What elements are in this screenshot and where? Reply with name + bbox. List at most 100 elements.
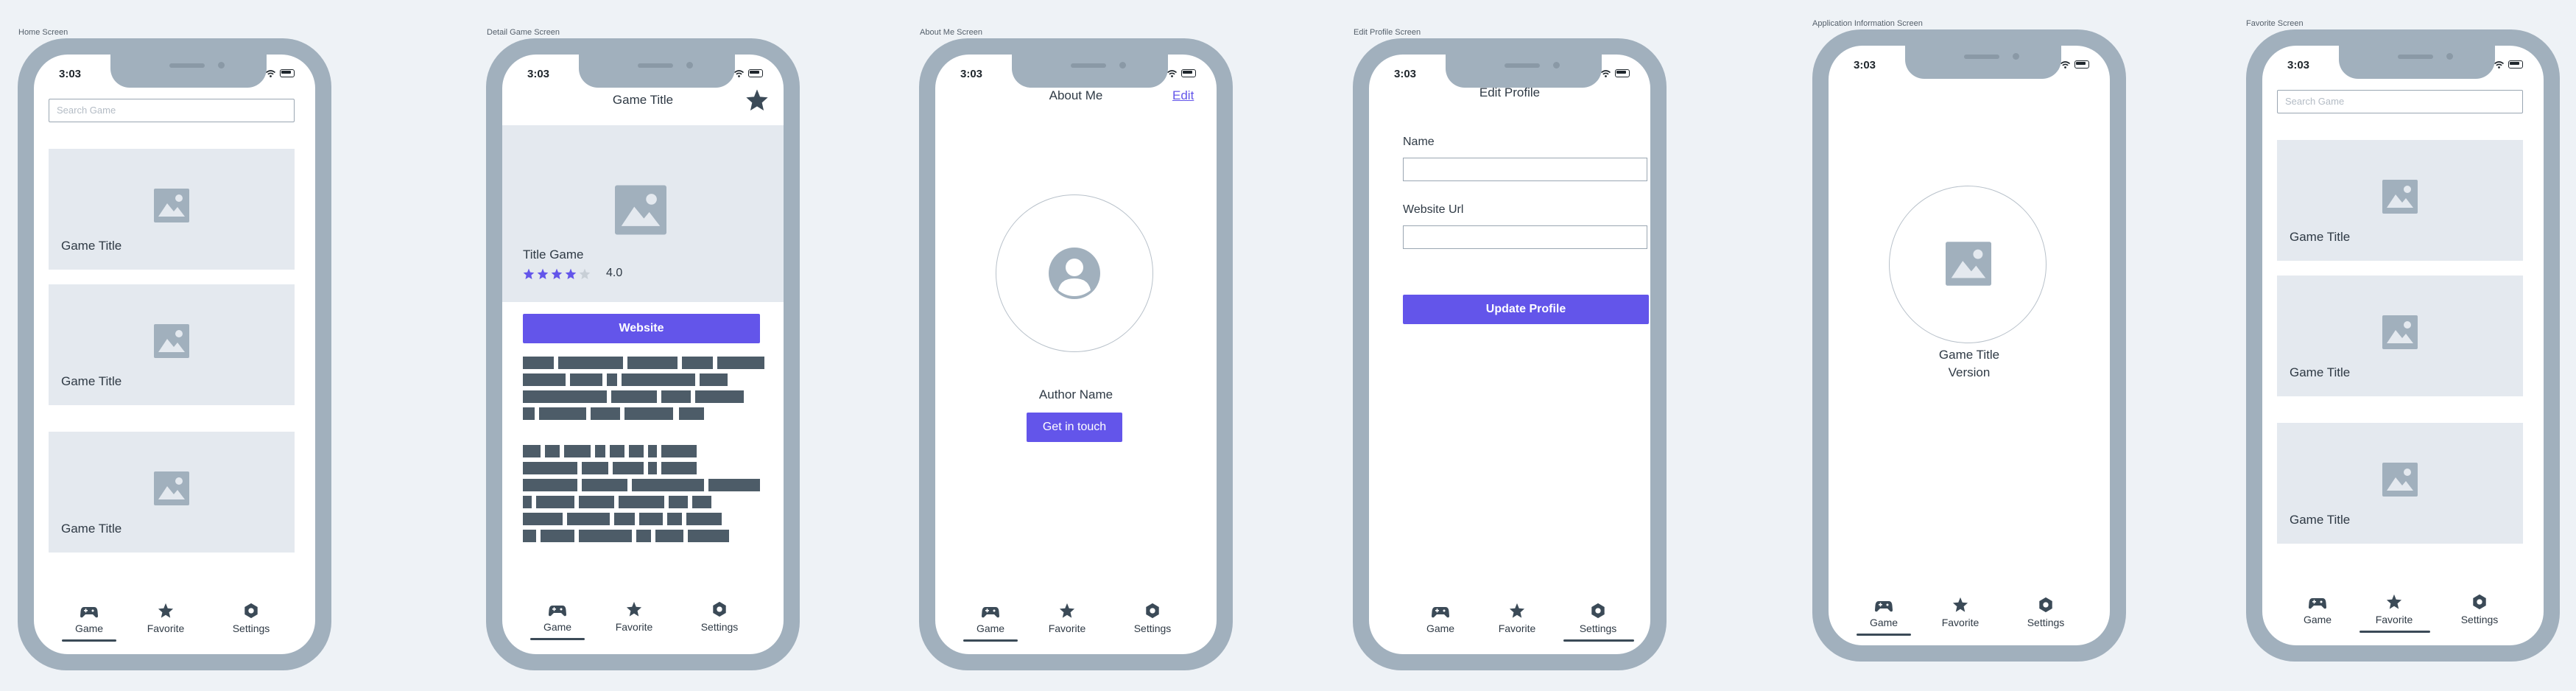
battery-icon — [2508, 60, 2523, 69]
tab-settings-label: Settings — [700, 621, 739, 633]
update-profile-button[interactable]: Update Profile — [1403, 295, 1649, 324]
gear-icon — [2039, 597, 2052, 613]
battery-icon — [1615, 69, 1630, 77]
game-card[interactable]: Game Title — [2277, 140, 2523, 261]
name-label: Name — [1403, 136, 1435, 148]
screen-label-home: Home Screen — [18, 28, 68, 37]
game-card-title: Game Title — [61, 522, 122, 536]
game-card[interactable]: Game Title — [2277, 423, 2523, 544]
text-placeholder-block — [523, 530, 536, 542]
game-card[interactable]: Game Title — [49, 149, 295, 270]
tab-settings-label: Settings — [2027, 617, 2065, 628]
text-placeholder-block — [539, 407, 586, 420]
tab-settings-label: Settings — [232, 622, 270, 634]
search-input[interactable]: Search Game — [49, 99, 295, 122]
tab-settings[interactable]: Settings — [1565, 600, 1631, 634]
tab-settings-label: Settings — [1579, 622, 1617, 634]
active-tab-indicator — [62, 639, 116, 642]
star-icon — [1509, 603, 1525, 618]
tab-game-label: Game — [74, 622, 104, 634]
text-placeholder-block — [692, 496, 711, 508]
website-label: Website Url — [1403, 203, 1464, 216]
home-screen: 3:03 Search Game Game Title Game Title G… — [34, 55, 315, 654]
status-time: 3:03 — [2287, 59, 2310, 71]
website-button[interactable]: Website — [523, 314, 760, 343]
game-card-title: Game Title — [61, 239, 122, 253]
star-filled-icon — [537, 268, 549, 279]
tab-settings[interactable]: Settings — [2446, 591, 2513, 625]
tab-settings[interactable]: Settings — [2013, 594, 2079, 628]
website-url-field[interactable] — [1403, 225, 1647, 249]
text-placeholder-block — [613, 462, 644, 474]
game-card[interactable]: Game Title — [2277, 276, 2523, 396]
text-placeholder-block — [523, 407, 535, 420]
tab-favorite[interactable]: Favorite — [133, 600, 199, 634]
tab-settings[interactable]: Settings — [218, 600, 284, 634]
phone-home: 3:03 Search Game Game Title Game Title G… — [18, 38, 331, 670]
detail-screen: 3:03 Game Title Title Game 4.0 Website G… — [502, 55, 784, 654]
status-time: 3:03 — [59, 68, 82, 80]
battery-icon — [748, 69, 763, 77]
wifi-icon — [2494, 60, 2504, 69]
game-card-title: Game Title — [2290, 513, 2351, 527]
text-placeholder-block — [611, 390, 657, 403]
tab-bar: Game Favorite Settings — [2262, 591, 2544, 635]
tab-favorite[interactable]: Favorite — [1034, 600, 1100, 634]
tab-settings[interactable]: Settings — [1119, 600, 1186, 634]
tab-game[interactable]: Game — [524, 598, 591, 633]
text-placeholder-block — [629, 445, 644, 457]
tab-settings[interactable]: Settings — [686, 598, 753, 633]
status-time: 3:03 — [960, 68, 983, 80]
app-info-screen: 3:03 Game Title Version Game Favorite Se… — [1829, 46, 2110, 645]
favorite-star-button[interactable] — [745, 88, 769, 112]
gear-icon — [713, 601, 726, 617]
text-placeholder-block — [523, 445, 541, 457]
tab-game-label: Game — [1869, 617, 1898, 628]
edit-link[interactable]: Edit — [1172, 88, 1194, 103]
notch — [1446, 55, 1602, 88]
text-placeholder-block — [717, 357, 764, 369]
tab-game[interactable]: Game — [957, 600, 1024, 634]
tab-favorite[interactable]: Favorite — [1927, 594, 1993, 628]
star-filled-icon — [565, 268, 577, 279]
tab-favorite-label: Favorite — [2375, 614, 2413, 625]
tab-game[interactable]: Game — [1407, 600, 1474, 634]
status-time: 3:03 — [1854, 59, 1876, 71]
app-version: Version — [1948, 365, 1991, 379]
get-in-touch-button[interactable]: Get in touch — [1027, 413, 1122, 442]
game-name: Title Game — [523, 248, 584, 262]
tab-favorite[interactable]: Favorite — [1484, 600, 1550, 634]
gamepad-icon — [2309, 598, 2326, 609]
text-placeholder-block — [523, 496, 532, 508]
text-placeholder-block — [523, 479, 577, 491]
author-name: Author Name — [1038, 387, 1113, 401]
screen-label-about: About Me Screen — [920, 28, 982, 37]
wifi-icon — [1601, 69, 1611, 77]
game-card[interactable]: Game Title — [49, 432, 295, 553]
tab-settings-label: Settings — [2460, 614, 2499, 625]
notch — [1905, 46, 2061, 79]
text-placeholder-block — [591, 407, 620, 420]
text-placeholder-block — [632, 479, 704, 491]
rating-stars — [523, 268, 591, 280]
gear-icon — [1591, 603, 1605, 619]
tab-favorite[interactable]: Favorite — [601, 598, 667, 633]
image-placeholder-icon — [615, 185, 666, 235]
game-card[interactable]: Game Title — [49, 284, 295, 405]
active-tab-indicator — [1563, 639, 1634, 642]
search-input[interactable]: Search Game — [2277, 90, 2523, 113]
text-placeholder-block — [582, 462, 608, 474]
text-placeholder-block — [655, 530, 683, 542]
star-filled-icon — [551, 268, 563, 279]
text-placeholder-block — [700, 373, 728, 386]
tab-favorite-label: Favorite — [1498, 622, 1536, 634]
phone-edit-profile: 3:03 Edit Profile Name Website Url Updat… — [1353, 38, 1667, 670]
tab-game-label: Game — [1426, 622, 1455, 634]
tab-favorite[interactable]: Favorite — [2361, 591, 2427, 625]
tab-game[interactable]: Game — [1851, 594, 1917, 628]
name-field[interactable] — [1403, 158, 1647, 181]
favorite-screen: 3:03 Search Game Game Title Game Title G… — [2262, 46, 2544, 645]
tab-game[interactable]: Game — [2284, 591, 2351, 625]
text-placeholder-block — [558, 357, 623, 369]
tab-game[interactable]: Game — [56, 600, 122, 634]
